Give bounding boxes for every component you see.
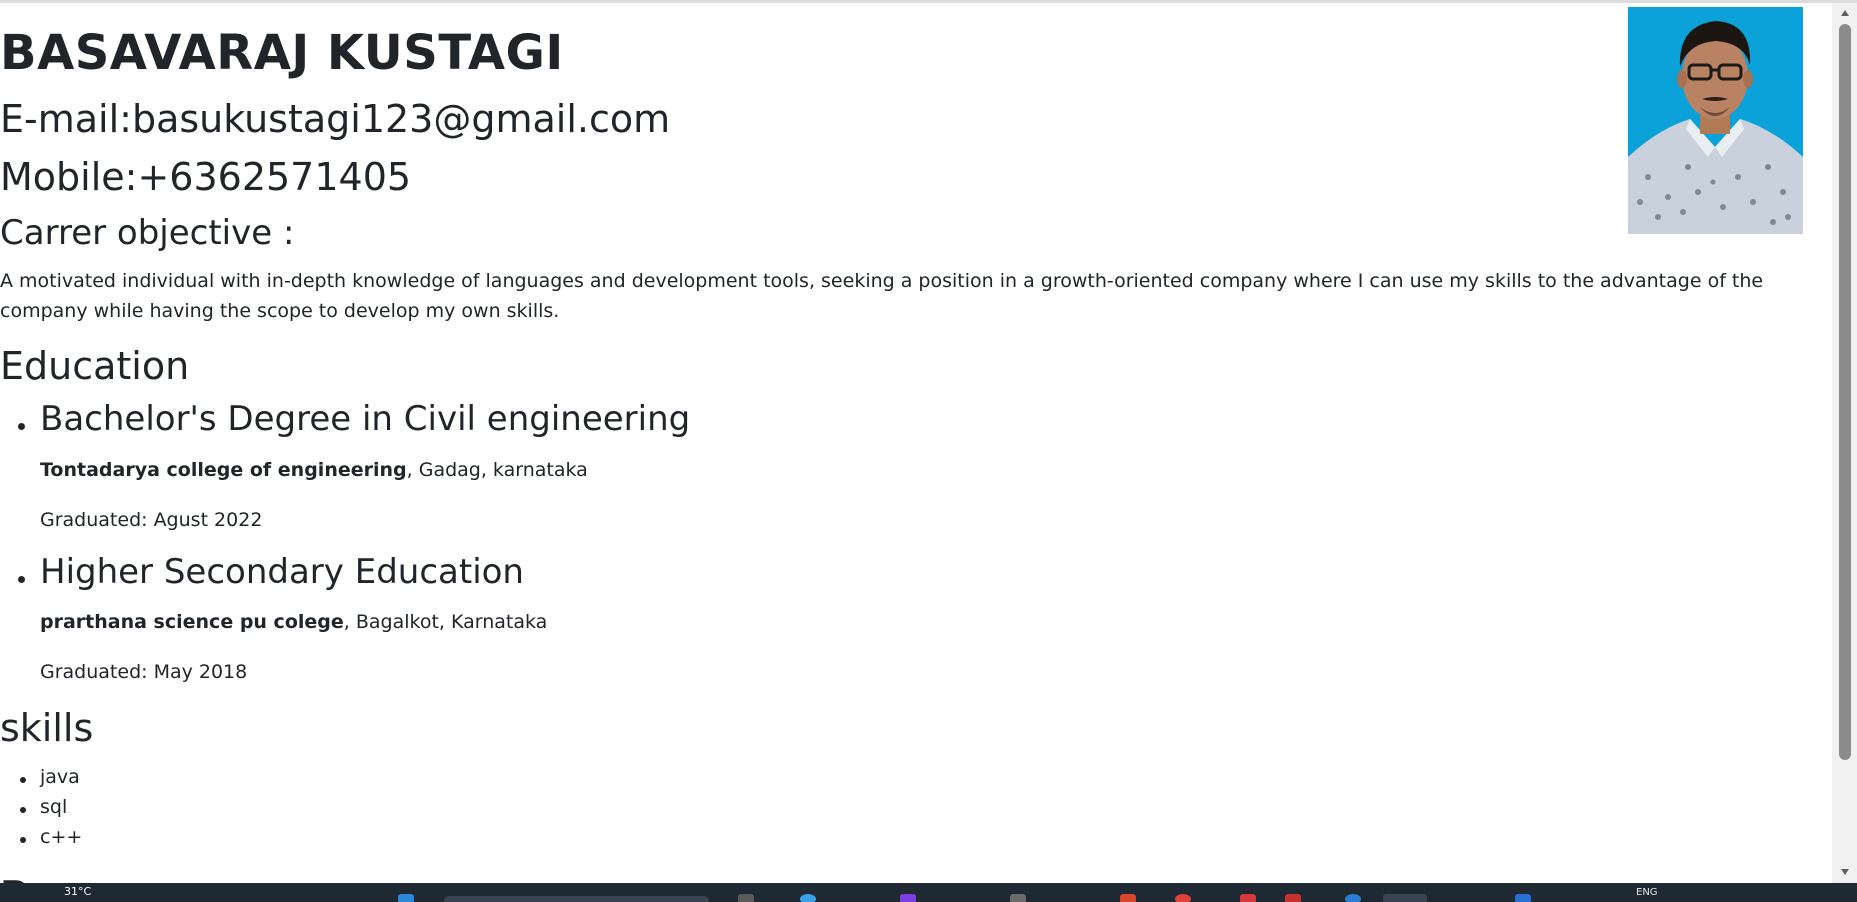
tray-icon[interactable] [1515, 894, 1531, 902]
active-app-icon[interactable] [1383, 894, 1427, 902]
skill-item: c++ [40, 826, 83, 848]
skill-item: sql [40, 796, 68, 818]
skills-heading: skills [0, 706, 94, 750]
profile-photo [1628, 7, 1803, 234]
institution-name: Tontadarya college of engineering [40, 459, 407, 481]
list-bullet [20, 807, 26, 813]
resume-page: BASAVARAJ KUSTAGI E-mail:basukustagi123@… [0, 3, 1832, 883]
objective-paragraph: A motivated individual with in-depth kno… [0, 270, 1764, 322]
app-icon[interactable] [900, 894, 916, 902]
profile-photo-illustration [1628, 7, 1803, 234]
list-bullet [18, 576, 25, 583]
graduation-date: Graduated: Agust 2022 [40, 509, 263, 531]
institution-location: , Gadag, karnataka [406, 459, 588, 481]
list-bullet [20, 777, 26, 783]
app-icon[interactable] [1285, 894, 1301, 902]
list-bullet [20, 837, 26, 843]
institution-location: , Bagalkot, Karnataka [343, 611, 548, 633]
projects-heading-partial: P [0, 873, 28, 883]
education-heading: Education [0, 344, 190, 388]
edge-icon[interactable] [800, 894, 816, 902]
widgets-icon[interactable] [398, 894, 414, 902]
chrome-icon[interactable] [1175, 894, 1191, 902]
task-view-icon[interactable] [738, 894, 754, 902]
skill-item: java [40, 766, 80, 788]
candidate-name: BASAVARAJ KUSTAGI [0, 25, 564, 81]
list-bullet [18, 423, 25, 430]
notification-app-icon[interactable] [1345, 894, 1361, 902]
app-icon[interactable] [1010, 894, 1026, 902]
scrollbar-thumb[interactable] [1839, 24, 1851, 760]
education-institution-line: Tontadarya college of engineering, Gadag… [40, 459, 588, 481]
scroll-down-arrow-icon[interactable] [1832, 862, 1857, 882]
education-degree: Higher Secondary Education [40, 552, 524, 592]
education-degree: Bachelor's Degree in Civil engineering [40, 399, 691, 439]
mobile-text: Mobile:+6362571405 [0, 155, 412, 199]
weather-temperature[interactable]: 31°C [64, 885, 91, 898]
app-icon[interactable] [1120, 894, 1136, 902]
education-institution-line: prarthana science pu colege, Bagalkot, K… [40, 611, 547, 633]
app-icon[interactable] [1240, 894, 1256, 902]
graduation-date: Graduated: May 2018 [40, 661, 248, 683]
taskbar-search-box[interactable] [444, 896, 709, 902]
objective-heading: Carrer objective : [0, 213, 295, 253]
windows-taskbar: 31°C ENG [0, 883, 1857, 902]
email-text: E-mail:basukustagi123@gmail.com [0, 97, 671, 141]
scroll-up-arrow-icon[interactable] [1832, 3, 1857, 23]
language-indicator[interactable]: ENG [1636, 887, 1658, 898]
institution-name: prarthana science pu colege [40, 611, 344, 633]
